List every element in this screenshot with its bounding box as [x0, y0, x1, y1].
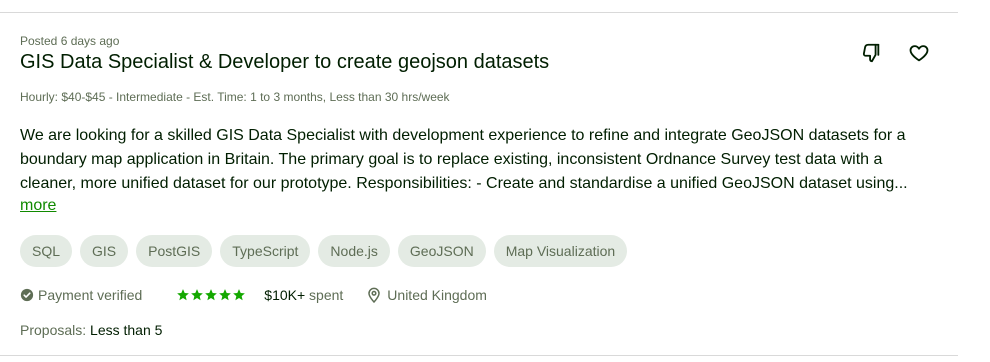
skill-tag[interactable]: Node.js — [318, 235, 390, 267]
client-rating — [176, 288, 246, 302]
location-pin-icon — [368, 287, 381, 303]
posted-time: Posted 6 days ago — [20, 34, 120, 48]
payment-verified: Payment verified — [20, 287, 142, 303]
job-meta: Hourly: $40-$45 - Intermediate - Est. Ti… — [20, 90, 450, 104]
location-label: United Kingdom — [387, 287, 487, 303]
job-card[interactable]: Posted 6 days ago GIS Data Specialist & … — [0, 12, 958, 356]
client-location: United Kingdom — [367, 287, 487, 303]
client-spent: $10K+ spent — [264, 287, 343, 303]
client-stats: Payment verified $10K+ spent United King… — [20, 285, 487, 305]
dislike-button[interactable] — [859, 41, 883, 65]
skill-tag[interactable]: TypeScript — [220, 235, 311, 267]
job-description: We are looking for a skilled GIS Data Sp… — [20, 124, 920, 196]
star-icon — [219, 289, 232, 301]
star-icon — [205, 289, 218, 301]
job-actions — [859, 41, 931, 65]
skill-tags: SQL GIS PostGIS TypeScript Node.js GeoJS… — [20, 235, 628, 267]
skill-tag[interactable]: GIS — [80, 235, 129, 267]
star-icon — [177, 289, 190, 301]
star-icon — [233, 289, 246, 301]
skill-tag[interactable]: SQL — [20, 235, 73, 267]
proposals: Proposals: Less than 5 — [20, 322, 162, 338]
proposals-value: Less than 5 — [90, 322, 163, 338]
skill-tag[interactable]: PostGIS — [136, 235, 213, 267]
spent-suffix: spent — [305, 287, 344, 303]
payment-verified-label: Payment verified — [38, 287, 143, 303]
spent-amount: $10K+ — [264, 287, 306, 303]
verified-badge-icon — [20, 288, 34, 302]
thumbs-down-icon — [862, 43, 880, 63]
description-line: cleaner, more unified dataset for our pr… — [20, 175, 908, 192]
description-line: We are looking for a skilled GIS Data Sp… — [20, 127, 906, 144]
skill-tag[interactable]: Map Visualization — [493, 235, 628, 267]
job-title[interactable]: GIS Data Specialist & Developer to creat… — [20, 51, 549, 74]
heart-icon — [909, 45, 929, 62]
skill-tag[interactable]: GeoJSON — [397, 235, 486, 267]
proposals-label: Proposals: — [20, 322, 91, 338]
more-link[interactable]: more — [20, 197, 56, 215]
description-line: boundary map application in Britain. The… — [20, 151, 883, 168]
save-job-button[interactable] — [907, 41, 931, 65]
star-icon — [191, 289, 204, 301]
